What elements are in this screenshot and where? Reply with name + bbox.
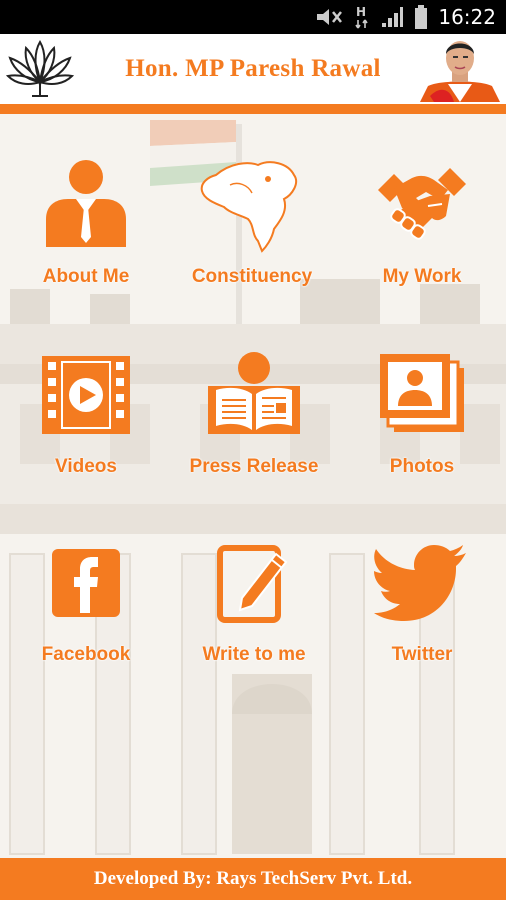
photos-icon bbox=[380, 354, 464, 432]
menu-label: My Work bbox=[382, 266, 462, 287]
mute-icon bbox=[317, 9, 343, 25]
menu-grid: About Me Constituency My Work Videos Pre… bbox=[0, 114, 506, 858]
twitter-icon bbox=[374, 545, 466, 621]
svg-text:H: H bbox=[356, 5, 366, 19]
menu-label: Twitter bbox=[391, 644, 453, 665]
clock: 16:22 bbox=[438, 5, 496, 29]
avatar bbox=[420, 41, 500, 102]
newspaper-reader-icon bbox=[208, 352, 300, 434]
data-hsdpa-icon: H bbox=[355, 5, 369, 29]
menu-item-my-work[interactable]: My Work bbox=[338, 150, 506, 310]
menu-label: Constituency bbox=[191, 266, 313, 287]
signal-icon bbox=[382, 7, 404, 27]
menu-label: About Me bbox=[42, 266, 130, 287]
video-icon bbox=[42, 356, 130, 434]
footer-credit: Developed By: Rays TechServ Pvt. Ltd. bbox=[0, 858, 506, 900]
facebook-icon bbox=[52, 549, 120, 617]
person-icon bbox=[46, 160, 126, 247]
menu-label: Photos bbox=[389, 456, 455, 477]
page-title: Hon. MP Paresh Rawal bbox=[125, 55, 381, 82]
menu-item-press-release[interactable]: Press Release bbox=[170, 340, 338, 500]
lotus-icon bbox=[5, 40, 75, 97]
menu-item-constituency[interactable]: Constituency bbox=[168, 150, 336, 310]
status-bar: H 16:22 bbox=[0, 0, 506, 34]
menu-item-about-me[interactable]: About Me bbox=[2, 150, 170, 310]
menu-item-photos[interactable]: Photos bbox=[338, 340, 506, 500]
header-divider bbox=[0, 104, 506, 114]
menu-label: Videos bbox=[55, 456, 117, 477]
menu-item-twitter[interactable]: Twitter bbox=[338, 528, 506, 688]
menu-label: Facebook bbox=[41, 644, 131, 665]
menu-label: Press Release bbox=[189, 456, 319, 477]
battery-icon bbox=[415, 5, 428, 29]
menu-item-videos[interactable]: Videos bbox=[2, 340, 170, 500]
app-header: Hon. MP Paresh Rawal bbox=[0, 34, 506, 104]
menu-label: Write to me bbox=[202, 644, 306, 665]
handshake-icon bbox=[378, 168, 466, 240]
write-icon bbox=[217, 545, 288, 623]
menu-item-write-to-me[interactable]: Write to me bbox=[170, 528, 338, 688]
menu-item-facebook[interactable]: Facebook bbox=[2, 528, 170, 688]
gujarat-map-icon bbox=[200, 161, 298, 253]
